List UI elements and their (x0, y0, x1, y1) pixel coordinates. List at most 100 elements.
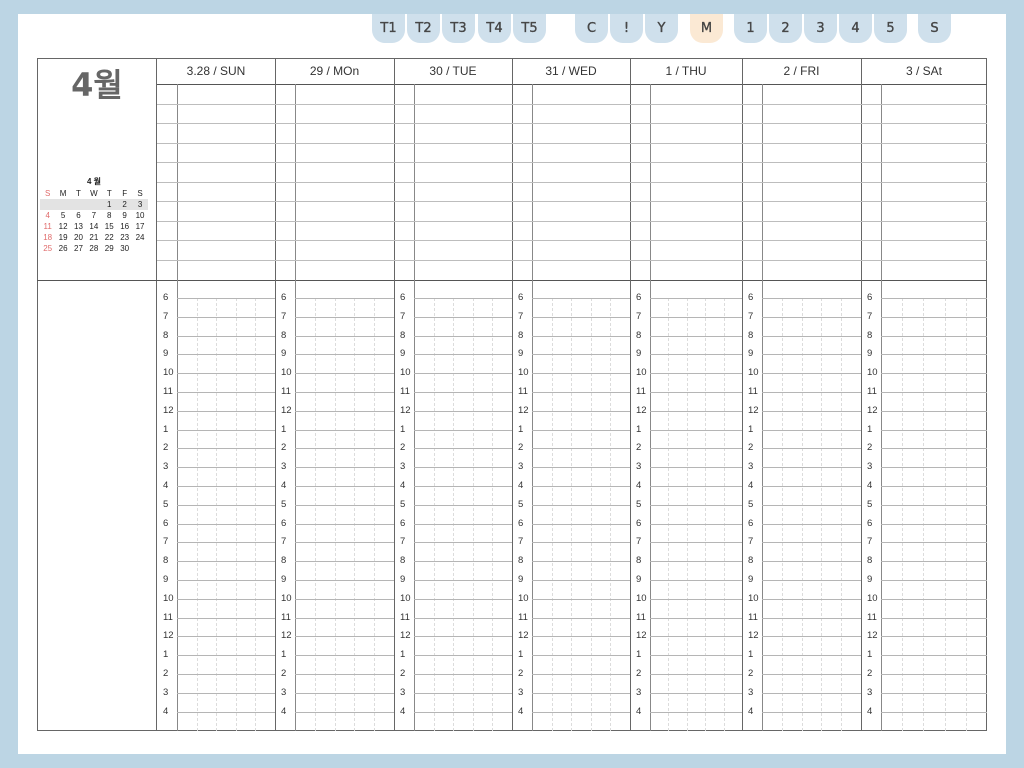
hour-slot[interactable] (414, 504, 512, 506)
note-line[interactable] (861, 142, 987, 144)
hour-slot[interactable] (532, 429, 630, 431)
mini-calendar-day[interactable]: 1 (102, 199, 117, 210)
hour-slot[interactable] (762, 617, 861, 619)
tab-5[interactable]: 5 (874, 14, 907, 43)
hour-slot[interactable] (295, 542, 394, 544)
hour-slot[interactable] (532, 542, 630, 544)
note-line[interactable] (512, 201, 630, 202)
day-header[interactable]: 30 / TUE (394, 58, 512, 84)
hour-slot[interactable] (414, 335, 512, 337)
note-line[interactable] (512, 142, 630, 144)
hour-slot[interactable] (532, 316, 630, 318)
note-line[interactable] (512, 181, 630, 183)
hour-slot[interactable] (532, 392, 630, 393)
mini-calendar-day[interactable]: 12 (55, 221, 70, 232)
hour-slot[interactable] (762, 335, 861, 337)
hour-slot[interactable] (414, 523, 512, 525)
hour-slot[interactable] (177, 561, 275, 563)
hour-slot[interactable] (177, 373, 275, 375)
hour-slot[interactable] (295, 561, 394, 563)
hour-slot[interactable] (177, 298, 275, 299)
hour-slot[interactable] (650, 636, 742, 638)
note-line[interactable] (861, 201, 987, 202)
hour-slot[interactable] (295, 486, 394, 487)
note-line[interactable] (630, 220, 742, 222)
mini-calendar-day[interactable]: 20 (71, 232, 86, 243)
hour-slot[interactable] (650, 316, 742, 318)
note-line[interactable] (742, 162, 861, 163)
hour-slot[interactable] (650, 486, 742, 487)
note-line[interactable] (394, 181, 512, 183)
mini-calendar-day[interactable]: 6 (71, 210, 86, 221)
hour-slot[interactable] (881, 692, 987, 694)
hour-slot[interactable] (295, 692, 394, 694)
hour-slot[interactable] (414, 298, 512, 299)
hour-slot[interactable] (177, 674, 275, 675)
hour-slot[interactable] (881, 617, 987, 619)
note-line[interactable] (275, 162, 394, 163)
mini-calendar-day[interactable]: 27 (71, 243, 86, 254)
day-header[interactable]: 3.28 / SUN (157, 58, 275, 84)
hour-slot[interactable] (650, 410, 742, 412)
note-line[interactable] (742, 123, 861, 124)
mini-calendar-day[interactable]: 29 (102, 243, 117, 254)
mini-calendar-day[interactable] (55, 199, 70, 210)
tab-y[interactable]: Y (645, 14, 678, 43)
note-line[interactable] (157, 103, 275, 105)
hour-slot[interactable] (881, 316, 987, 318)
mini-calendar-day[interactable]: 13 (71, 221, 86, 232)
hour-slot[interactable] (532, 655, 630, 657)
hour-slot[interactable] (532, 561, 630, 563)
day-header[interactable]: 1 / THU (630, 58, 742, 84)
hour-slot[interactable] (650, 561, 742, 563)
hour-slot[interactable] (762, 373, 861, 375)
hour-slot[interactable] (762, 711, 861, 713)
hour-slot[interactable] (762, 523, 861, 525)
hour-slot[interactable] (414, 561, 512, 563)
day-header[interactable]: 29 / MOn (275, 58, 394, 84)
hour-slot[interactable] (532, 617, 630, 619)
hour-slot[interactable] (532, 373, 630, 375)
note-line[interactable] (742, 142, 861, 144)
note-line[interactable] (512, 162, 630, 163)
note-line[interactable] (630, 103, 742, 105)
hour-slot[interactable] (295, 655, 394, 657)
mini-calendar-day[interactable]: 24 (132, 232, 147, 243)
note-line[interactable] (275, 201, 394, 202)
tab-s[interactable]: S (918, 14, 951, 43)
hour-slot[interactable] (881, 392, 987, 393)
hour-slot[interactable] (762, 692, 861, 694)
note-line[interactable] (630, 181, 742, 183)
hour-slot[interactable] (762, 298, 861, 299)
hour-slot[interactable] (650, 655, 742, 657)
mini-calendar-day[interactable] (71, 199, 86, 210)
note-line[interactable] (394, 123, 512, 124)
hour-slot[interactable] (295, 354, 394, 356)
hour-slot[interactable] (177, 692, 275, 694)
note-line[interactable] (275, 220, 394, 222)
note-line[interactable] (157, 142, 275, 144)
hour-slot[interactable] (762, 316, 861, 318)
note-line[interactable] (630, 201, 742, 202)
hour-slot[interactable] (881, 636, 987, 638)
hour-slot[interactable] (532, 711, 630, 713)
hour-slot[interactable] (532, 467, 630, 469)
tab-t2[interactable]: T2 (407, 14, 440, 43)
note-line[interactable] (512, 220, 630, 222)
mini-calendar-day[interactable] (40, 199, 55, 210)
note-line[interactable] (861, 220, 987, 222)
hour-slot[interactable] (532, 674, 630, 675)
hour-slot[interactable] (295, 674, 394, 675)
hour-slot[interactable] (762, 392, 861, 393)
hour-slot[interactable] (414, 467, 512, 469)
mini-calendar-day[interactable]: 14 (86, 221, 101, 232)
hour-slot[interactable] (177, 580, 275, 581)
hour-slot[interactable] (762, 655, 861, 657)
note-line[interactable] (742, 181, 861, 183)
tab-2[interactable]: 2 (769, 14, 802, 43)
hour-slot[interactable] (650, 392, 742, 393)
hour-slot[interactable] (881, 523, 987, 525)
note-line[interactable] (157, 259, 275, 261)
hour-slot[interactable] (650, 598, 742, 600)
hour-slot[interactable] (881, 448, 987, 450)
